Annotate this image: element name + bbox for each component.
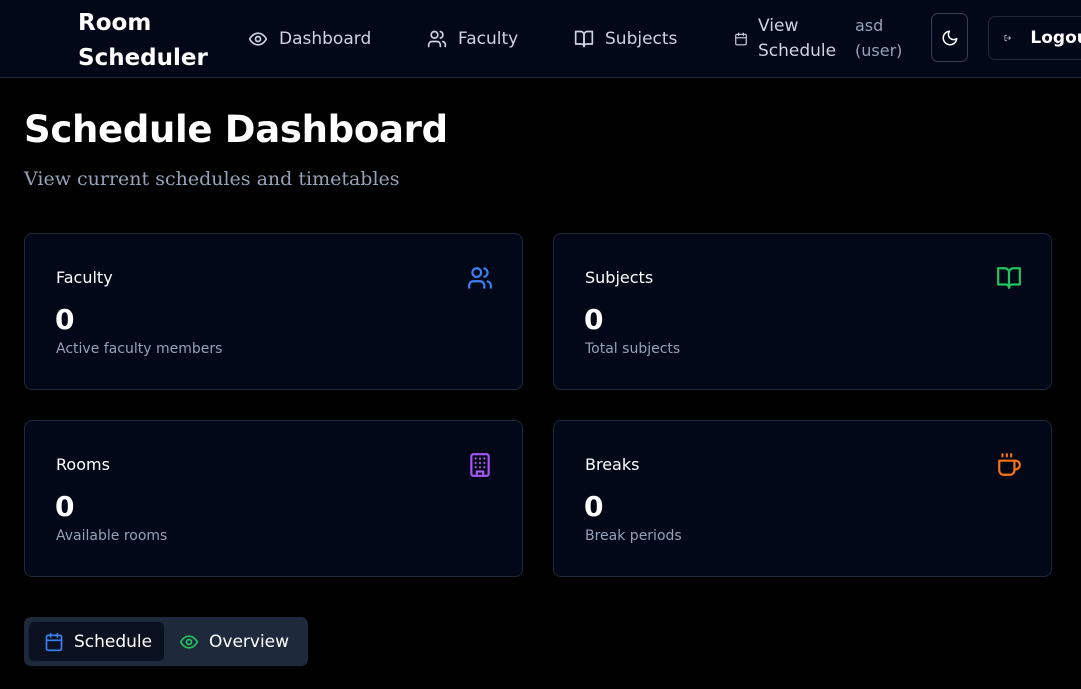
moon-icon (942, 30, 957, 45)
nav-view-schedule-line2: Schedule (758, 41, 837, 61)
page-subtitle: View current schedules and timetables (24, 168, 400, 190)
user-role: (user) (855, 41, 903, 60)
nav-subjects-label: Subjects (605, 29, 678, 49)
tab-overview-label: Overview (209, 631, 290, 652)
users-icon (468, 267, 492, 289)
user-name: asd (855, 16, 884, 35)
tab-overview[interactable]: Overview (177, 622, 303, 661)
card-title: Subjects (585, 268, 654, 287)
card-title: Breaks (585, 455, 640, 474)
book-open-icon (997, 267, 1021, 289)
logout-label: Logout (1030, 28, 1081, 48)
card-title: Rooms (56, 455, 110, 474)
card-value: 0 (584, 490, 604, 523)
tab-schedule[interactable]: Schedule (29, 622, 164, 661)
faculty-stat-card: Faculty 0 Active faculty members (24, 233, 523, 390)
nav-subjects[interactable]: Subjects (574, 0, 677, 78)
card-description: Break periods (585, 528, 682, 544)
coffee-icon (998, 453, 1021, 476)
app-title-line1: Room (78, 10, 152, 36)
theme-toggle-button[interactable] (931, 13, 968, 62)
nav-view-schedule[interactable]: View Schedule (734, 0, 836, 78)
building-icon (470, 453, 490, 477)
nav-faculty-label: Faculty (458, 29, 519, 49)
nav-view-schedule-line1: View (758, 16, 799, 36)
page-title: Schedule Dashboard (24, 108, 448, 151)
eye-icon (179, 634, 199, 649)
calendar-icon (735, 32, 747, 46)
calendar-icon (45, 632, 63, 651)
nav-faculty[interactable]: Faculty (427, 0, 518, 78)
eye-icon (248, 32, 268, 46)
top-navbar: Room Scheduler Dashboard Faculty Subject… (0, 0, 1081, 78)
card-description: Active faculty members (56, 341, 223, 357)
rooms-stat-card: Rooms 0 Available rooms (24, 420, 523, 577)
book-open-icon (574, 30, 594, 48)
nav-view-schedule-label: View Schedule (758, 14, 836, 64)
card-value: 0 (55, 303, 75, 336)
card-value: 0 (55, 490, 75, 523)
log-out-icon (1004, 34, 1011, 42)
logout-button[interactable]: Logout (988, 16, 1081, 60)
card-value: 0 (584, 303, 604, 336)
nav-dashboard-label: Dashboard (279, 29, 372, 49)
breaks-stat-card: Breaks 0 Break periods (553, 420, 1052, 577)
card-description: Available rooms (56, 528, 168, 544)
card-title: Faculty (56, 268, 113, 287)
card-description: Total subjects (585, 341, 681, 357)
users-icon (427, 30, 447, 48)
view-tabs: Schedule Overview (24, 617, 308, 666)
app-title[interactable]: Room Scheduler (78, 6, 208, 76)
app-title-line2: Scheduler (78, 45, 208, 71)
nav-dashboard[interactable]: Dashboard (248, 0, 371, 78)
subjects-stat-card: Subjects 0 Total subjects (553, 233, 1052, 390)
tab-schedule-label: Schedule (74, 631, 153, 652)
current-user-label: asd (user) (855, 13, 902, 63)
